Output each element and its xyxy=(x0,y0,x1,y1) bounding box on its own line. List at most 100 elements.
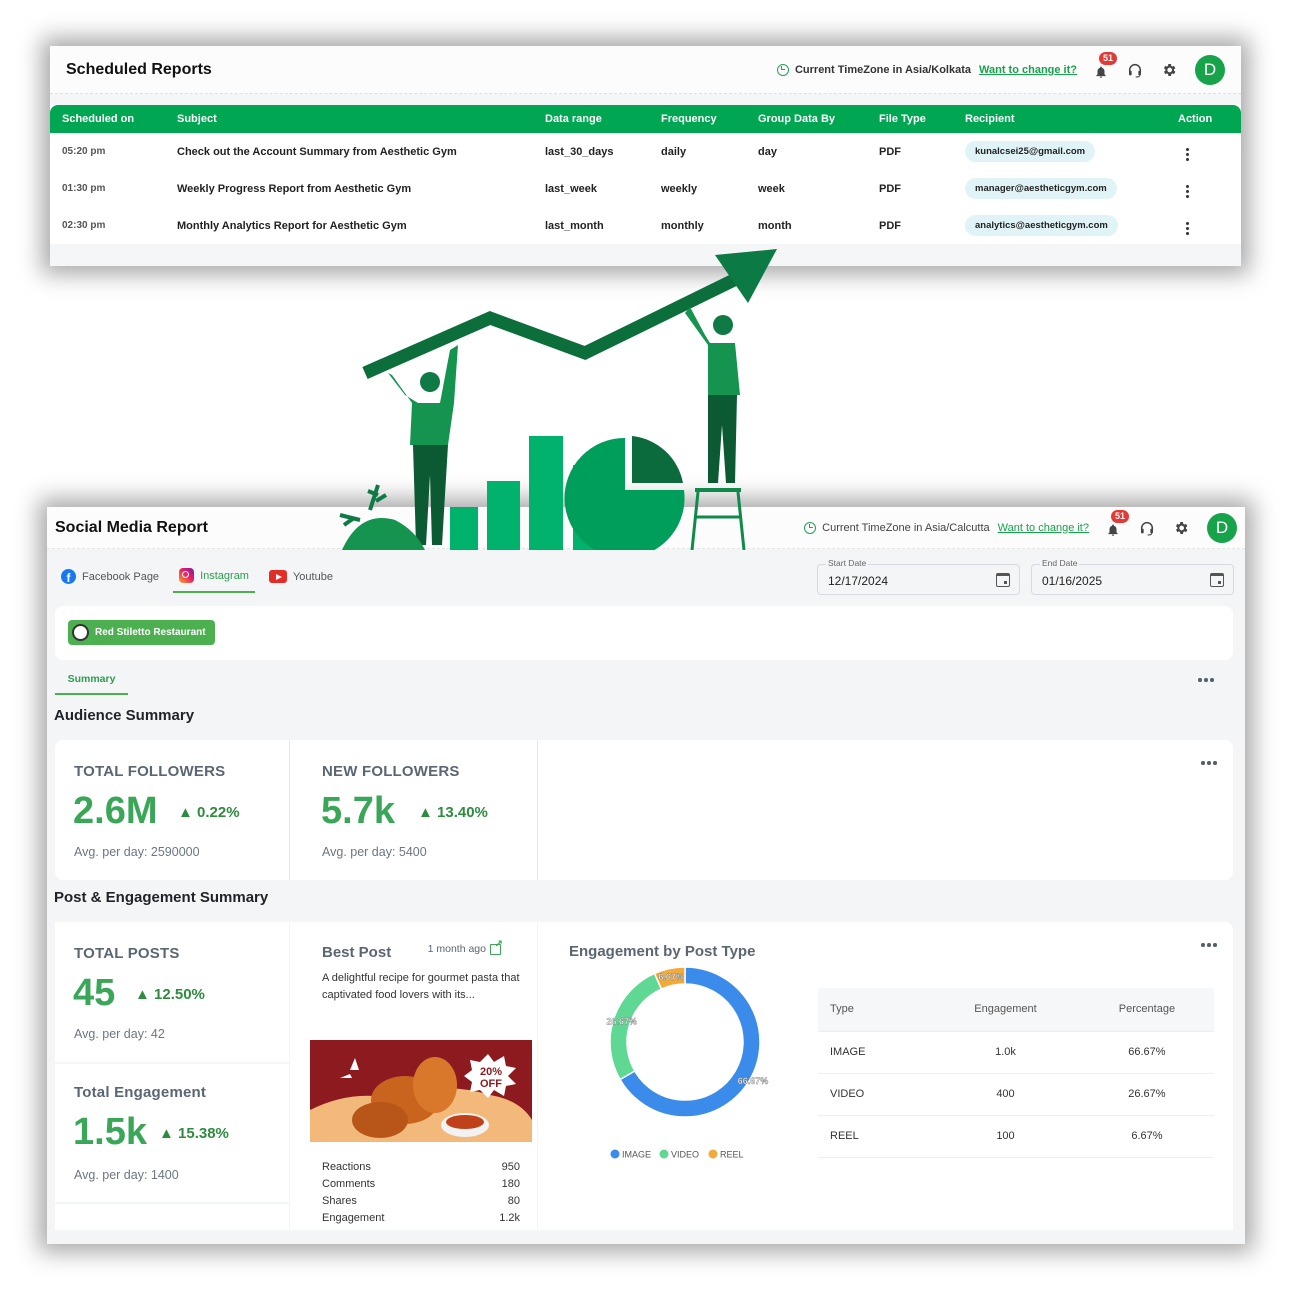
row-actions-menu-icon[interactable] xyxy=(1186,148,1189,161)
end-date-field[interactable]: End Date 01/16/2025 xyxy=(1031,558,1234,595)
metric-label: TOTAL POSTS xyxy=(74,945,180,962)
tab-label: Facebook Page xyxy=(82,570,160,583)
notifications-button[interactable]: 51 xyxy=(1093,51,1118,79)
clock-icon xyxy=(804,521,817,534)
engagement-percentage: 26.67% xyxy=(1079,1072,1214,1115)
clock-icon xyxy=(776,63,789,76)
column-header: Scheduled on xyxy=(50,105,165,133)
legend-item-image[interactable]: IMAGE xyxy=(610,1149,652,1160)
user-avatar[interactable]: D xyxy=(1207,512,1237,543)
post-type: IMAGE xyxy=(818,1030,932,1073)
empty-metric-slot xyxy=(55,1204,289,1230)
stat-row: Engagement 1.2k xyxy=(322,1210,520,1227)
user-avatar[interactable]: D xyxy=(1195,54,1225,85)
table-row: 05:20 pm Check out the Account Summary f… xyxy=(50,133,1241,170)
legend-marker xyxy=(610,1149,620,1159)
headset-icon xyxy=(1140,521,1154,536)
legend-item-reel[interactable]: REEL xyxy=(708,1149,744,1160)
facebook-icon: f xyxy=(61,569,76,584)
account-logo-icon xyxy=(72,624,89,641)
legend-item-video[interactable]: VIDEO xyxy=(659,1149,700,1160)
account-chip[interactable]: Red Stiletto Restaurant xyxy=(68,620,215,645)
post-age: 1 month ago xyxy=(427,943,486,955)
post-type: VIDEO xyxy=(818,1072,932,1115)
frequency: monthly xyxy=(649,207,746,244)
total-posts-metric: TOTAL POSTS 45 ▲ 12.50% Avg. per day: 42 xyxy=(55,922,289,1062)
start-date-value: 12/17/2024 xyxy=(828,574,889,588)
more-options-icon[interactable] xyxy=(1201,943,1217,947)
more-options-icon[interactable] xyxy=(1201,761,1217,765)
stat-label: Shares xyxy=(322,1195,357,1207)
engagement-by-type-card: Engagement by Post Type 66.67% 26.67% 6.67… xyxy=(538,922,1233,1230)
stat-label: Engagement xyxy=(322,1212,385,1224)
post-engagement-summary-title: Post & Engagement Summary xyxy=(54,889,269,906)
engagement-percentage: 66.67% xyxy=(1079,1030,1214,1073)
support-button[interactable] xyxy=(1139,520,1155,536)
gear-icon xyxy=(1163,63,1176,76)
start-date-field[interactable]: Start Date 12/17/2024 xyxy=(817,558,1020,595)
donut-slice-video[interactable] xyxy=(609,972,663,1081)
tab-instagram[interactable]: Instagram xyxy=(173,562,255,593)
more-options-icon[interactable] xyxy=(1198,678,1214,682)
metric-average: Avg. per day: 5400 xyxy=(322,845,427,859)
metric-value: 1.5k xyxy=(73,1111,147,1153)
metric-value: 5.7k xyxy=(321,790,395,832)
column-header: Percentage xyxy=(1079,988,1214,1031)
column-header: Action xyxy=(1166,105,1241,133)
growth-illustration xyxy=(339,249,777,550)
metric-value: 2.6M xyxy=(73,790,158,832)
change-timezone-link[interactable]: Want to change it? xyxy=(998,522,1089,534)
support-button[interactable] xyxy=(1127,62,1143,78)
tab-youtube[interactable]: Youtube xyxy=(263,564,339,591)
social-report-header: Social Media Report Current TimeZone in … xyxy=(47,507,1245,549)
gear-icon xyxy=(1175,521,1188,534)
image-discount-text: 20% OFF xyxy=(479,1066,503,1090)
donut-data-label: 26.67% xyxy=(606,1016,637,1026)
platform-tabs: f Facebook Page Instagram Youtube xyxy=(55,562,347,593)
donut-data-label: 66.67% xyxy=(738,1076,769,1086)
stat-label: Comments xyxy=(322,1178,376,1190)
external-link-icon[interactable] xyxy=(490,939,503,955)
stat-value: 80 xyxy=(507,1195,520,1207)
tab-summary[interactable]: Summary xyxy=(55,667,128,695)
page-title: Social Media Report xyxy=(55,518,208,536)
row-actions-menu-icon[interactable] xyxy=(1186,185,1189,198)
end-date-value: 01/16/2025 xyxy=(1042,574,1103,588)
timezone-info: Current TimeZone in Asia/Kolkata Want to… xyxy=(776,63,1077,76)
legend-marker xyxy=(708,1149,718,1159)
headset-icon xyxy=(1128,63,1142,78)
report-subject: Weekly Progress Report from Aesthetic Gy… xyxy=(165,170,533,207)
tab-facebook-page[interactable]: f Facebook Page xyxy=(55,563,165,592)
engagement-value: 400 xyxy=(931,1072,1080,1115)
start-date-label: Start Date xyxy=(826,558,869,568)
stat-row: Reactions 950 xyxy=(322,1159,520,1176)
best-post-image[interactable]: 20% OFF xyxy=(310,1040,532,1142)
group-by: week xyxy=(746,170,867,207)
column-header: Recipient xyxy=(953,105,1166,133)
settings-button[interactable] xyxy=(1173,520,1189,536)
legend-label: REEL xyxy=(720,1150,744,1160)
engagement-donut-chart: 66.67% 26.67% 6.67% IMAGE VIDEO REEL xyxy=(606,966,769,1160)
change-timezone-link[interactable]: Want to change it? xyxy=(979,64,1077,76)
donut-data-label: 6.67% xyxy=(658,972,684,982)
settings-button[interactable] xyxy=(1161,62,1177,78)
bell-icon xyxy=(1108,523,1118,536)
calendar-icon[interactable] xyxy=(1210,573,1224,587)
engagement-table: Type Engagement Percentage IMAGE 1.0k 66… xyxy=(818,988,1214,1158)
illustration-pie-slice xyxy=(632,436,683,483)
row-actions-menu-icon[interactable] xyxy=(1186,222,1189,235)
calendar-icon[interactable] xyxy=(996,573,1010,587)
metric-average: Avg. per day: 1400 xyxy=(74,1168,179,1182)
file-type: PDF xyxy=(867,170,953,207)
instagram-icon xyxy=(179,568,195,583)
account-name: Red Stiletto Restaurant xyxy=(95,627,206,638)
data-range: last_30_days xyxy=(533,133,649,170)
notifications-button[interactable]: 51 xyxy=(1105,509,1130,537)
bell-icon xyxy=(1096,65,1106,78)
column-header: File Type xyxy=(867,105,953,133)
column-header: Subject xyxy=(165,105,533,133)
total-followers-metric: TOTAL FOLLOWERS 2.6M ▲ 0.22% Avg. per da… xyxy=(55,740,289,880)
scheduled-time: 05:20 pm xyxy=(50,133,165,170)
stat-value: 950 xyxy=(501,1161,520,1173)
metric-label: Total Engagement xyxy=(74,1084,207,1101)
